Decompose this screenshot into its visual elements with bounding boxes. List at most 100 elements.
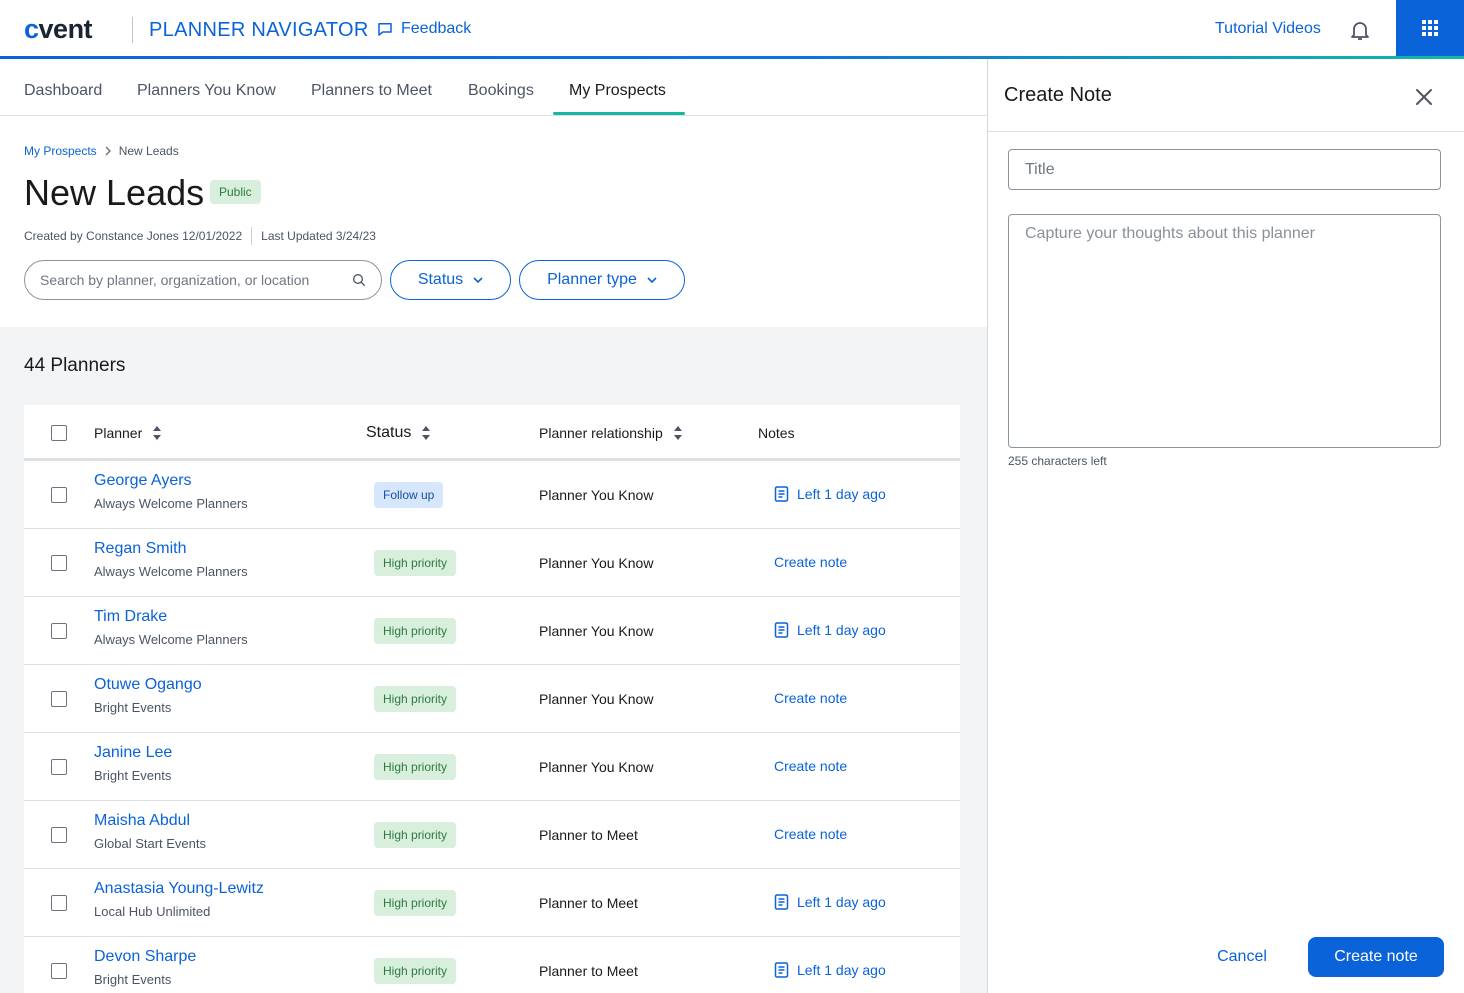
status-badge: High priority	[374, 890, 457, 916]
table-row: Otuwe Ogango Bright Events High priority…	[24, 665, 960, 733]
planner-name-link[interactable]: Janine Lee	[94, 744, 172, 762]
bell-icon[interactable]	[1348, 18, 1372, 42]
status-badge: High priority	[374, 822, 457, 848]
sort-icon	[673, 426, 682, 440]
chevron-down-icon	[473, 276, 483, 283]
planner-name-link[interactable]: Regan Smith	[94, 540, 187, 558]
create-note-link[interactable]: Create note	[774, 554, 847, 570]
feedback-label: Feedback	[401, 20, 472, 37]
note-link-label: Left 1 day ago	[797, 622, 886, 638]
tab-planners-to-meet[interactable]: Planners to Meet	[311, 82, 432, 100]
planner-name-link[interactable]: Otuwe Ogango	[94, 676, 202, 694]
note-link[interactable]: Left 1 day ago	[774, 622, 886, 638]
document-icon	[774, 622, 789, 638]
col-header-notes: Notes	[758, 425, 795, 441]
col-header-planner[interactable]: Planner	[94, 425, 162, 441]
row-checkbox[interactable]	[51, 827, 67, 843]
create-note-button[interactable]: Create note	[1308, 937, 1444, 977]
visibility-badge: Public	[210, 180, 261, 204]
status-badge: High priority	[374, 754, 457, 780]
cvent-logo[interactable]: cvent	[24, 14, 93, 45]
planner-relationship: Planner You Know	[539, 487, 654, 503]
tab-bookings[interactable]: Bookings	[468, 82, 534, 100]
tab-planners-you-know[interactable]: Planners You Know	[137, 82, 276, 100]
row-checkbox[interactable]	[51, 691, 67, 707]
note-link-label: Create note	[774, 554, 848, 570]
planner-count: 44 Planners	[24, 355, 126, 376]
table-row: George Ayers Always Welcome Planners Fol…	[24, 461, 960, 529]
table-row: Regan Smith Always Welcome Planners High…	[24, 529, 960, 597]
col-header-relationship-label: Planner relationship	[539, 425, 663, 441]
planner-name-link[interactable]: Tim Drake	[94, 608, 167, 626]
planner-relationship: Planner You Know	[539, 555, 654, 571]
note-title-input[interactable]	[1008, 149, 1441, 190]
app-title: PLANNER NAVIGATOR	[149, 19, 369, 41]
search-input[interactable]	[40, 272, 351, 288]
create-note-link[interactable]: Create note	[774, 690, 847, 706]
tab-dashboard[interactable]: Dashboard	[24, 82, 102, 100]
close-icon[interactable]	[1412, 85, 1436, 109]
col-header-status[interactable]: Status	[366, 424, 431, 442]
planner-relationship: Planner You Know	[539, 759, 654, 775]
planner-org: Always Welcome Planners	[94, 564, 248, 579]
page-title: New Leads	[24, 172, 205, 213]
table-row: Devon Sharpe Bright Events High priority…	[24, 937, 960, 993]
row-checkbox[interactable]	[51, 623, 67, 639]
created-by-text: Created by Constance Jones 12/01/2022	[24, 229, 243, 243]
table-row: Anastasia Young-Lewitz Local Hub Unlimit…	[24, 869, 960, 937]
note-link[interactable]: Left 1 day ago	[774, 962, 886, 978]
chevron-right-icon	[105, 146, 111, 156]
create-note-link[interactable]: Create note	[774, 758, 847, 774]
breadcrumb-current: New Leads	[118, 144, 179, 158]
grid-icon	[1422, 20, 1438, 36]
planner-name-link[interactable]: Devon Sharpe	[94, 948, 196, 966]
row-checkbox[interactable]	[51, 555, 67, 571]
note-body-textarea[interactable]	[1008, 214, 1441, 448]
tutorial-videos-link[interactable]: Tutorial Videos	[1215, 20, 1321, 38]
planner-org: Always Welcome Planners	[94, 496, 248, 511]
tab-my-prospects[interactable]: My Prospects	[569, 82, 666, 100]
cancel-button[interactable]: Cancel	[1212, 937, 1272, 977]
status-filter-label: Status	[417, 271, 464, 288]
sort-icon	[422, 426, 431, 440]
planner-org: Global Start Events	[94, 836, 206, 851]
table-row: Maisha Abdul Global Start Events High pr…	[24, 801, 960, 869]
document-icon	[774, 962, 789, 978]
col-header-status-label: Status	[366, 424, 412, 441]
note-link-label: Create note	[774, 758, 848, 774]
table-row: Janine Lee Bright Events High priority P…	[24, 733, 960, 801]
status-filter-button[interactable]: Status	[390, 260, 511, 300]
note-link[interactable]: Left 1 day ago	[774, 894, 886, 910]
document-icon	[774, 486, 789, 502]
app-launcher-button[interactable]	[1396, 0, 1464, 56]
active-tab-indicator	[553, 112, 685, 115]
note-link-label: Left 1 day ago	[797, 894, 886, 910]
note-link-label: Left 1 day ago	[797, 486, 886, 502]
status-badge: High priority	[374, 958, 457, 984]
planner-name-link[interactable]: Anastasia Young-Lewitz	[94, 880, 264, 898]
feedback-link[interactable]: Feedback	[376, 20, 471, 38]
planner-org: Bright Events	[94, 700, 172, 715]
create-note-panel: Create Note 255 characters left Cancel C…	[987, 59, 1464, 993]
row-checkbox[interactable]	[51, 759, 67, 775]
search-icon[interactable]	[351, 272, 367, 288]
create-note-link[interactable]: Create note	[774, 826, 847, 842]
row-checkbox[interactable]	[51, 895, 67, 911]
planner-name-link[interactable]: Maisha Abdul	[94, 812, 190, 830]
planner-name-link[interactable]: George Ayers	[94, 472, 192, 490]
planner-org: Local Hub Unlimited	[94, 904, 211, 919]
table-header: Planner Status Planner relationship Note…	[24, 405, 960, 461]
col-header-relationship[interactable]: Planner relationship	[539, 425, 683, 441]
status-badge: Follow up	[374, 482, 444, 508]
status-badge: High priority	[374, 618, 457, 644]
row-checkbox[interactable]	[51, 487, 67, 503]
chevron-down-icon	[647, 276, 657, 283]
note-link[interactable]: Left 1 day ago	[774, 486, 886, 502]
breadcrumb-link-my-prospects[interactable]: My Prospects	[24, 144, 97, 158]
col-header-notes-label: Notes	[758, 425, 795, 441]
row-checkbox[interactable]	[51, 963, 67, 979]
planner-type-filter-button[interactable]: Planner type	[519, 260, 685, 300]
planner-relationship: Planner to Meet	[539, 895, 638, 911]
select-all-checkbox[interactable]	[51, 425, 67, 441]
note-link-label: Create note	[774, 826, 848, 842]
